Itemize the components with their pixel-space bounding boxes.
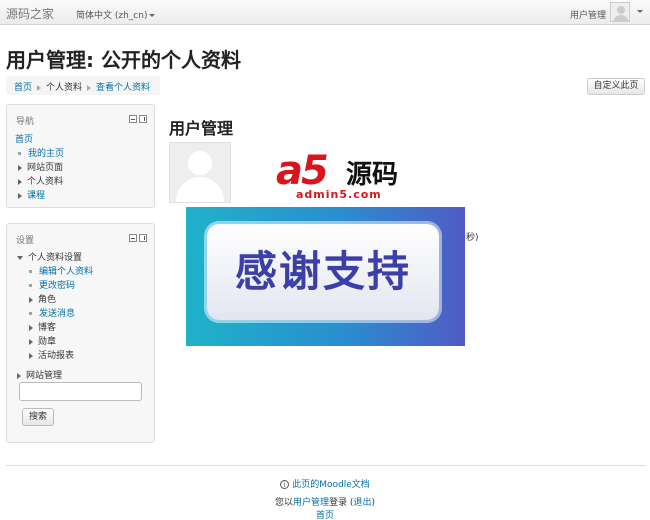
settings-blog[interactable]: 博客 [38, 323, 56, 333]
moodle-docs-link[interactable]: 此页的Moodle文档 [292, 480, 370, 490]
thanks-banner-image: 感谢支持 [186, 207, 465, 346]
bullet-icon [29, 284, 32, 287]
moodle-docs-row: i 此页的Moodle文档 [0, 477, 650, 490]
breadcrumb-separator-icon [87, 84, 92, 91]
settings-change-password[interactable]: 更改密码 [39, 281, 75, 291]
expand-arrow-icon[interactable] [18, 164, 22, 171]
settings-block-title: 设置 [16, 236, 35, 246]
expand-arrow-icon[interactable] [18, 192, 22, 199]
info-icon: i [280, 480, 290, 489]
expand-arrow-icon[interactable] [29, 338, 33, 345]
logout-link[interactable]: 退出 [353, 498, 371, 508]
nav-item-my-home[interactable]: 我的主页 [28, 149, 64, 159]
site-brand[interactable]: 源码之家 [6, 5, 54, 22]
settings-site-admin[interactable]: 网站管理 [26, 371, 62, 381]
thanks-banner-text: 感谢支持 [234, 247, 411, 296]
dock-block-icon[interactable] [139, 115, 147, 123]
navigation-block-title: 导航 [16, 117, 35, 127]
expand-arrow-icon[interactable] [29, 352, 33, 359]
nav-item-site-pages[interactable]: 网站页面 [27, 163, 63, 173]
user-avatar[interactable] [610, 2, 630, 22]
footer-divider [6, 465, 646, 466]
settings-roles[interactable]: 角色 [38, 295, 56, 305]
user-name-heading: 用户管理 [169, 119, 234, 138]
watermark-url: admin5.com [296, 188, 382, 201]
login-middle: 登录 ( [329, 498, 354, 508]
login-prefix: 您以 [275, 498, 294, 508]
search-button[interactable]: 搜索 [22, 408, 54, 426]
settings-activity-reports[interactable]: 活动报表 [38, 351, 74, 361]
user-menu-label[interactable]: 用户管理 [570, 8, 606, 21]
user-menu-chevron-icon[interactable] [637, 10, 643, 13]
breadcrumb-separator-icon [37, 84, 42, 91]
top-navbar: 源码之家 简体中文 (zh_cn) 用户管理 [0, 0, 650, 25]
settings-badges[interactable]: 勋章 [38, 337, 56, 347]
dock-block-icon[interactable] [139, 234, 147, 242]
expand-arrow-icon[interactable] [29, 324, 33, 331]
settings-profile-settings[interactable]: 个人资料设置 [28, 253, 82, 263]
navigation-block: 导航 首页 我的主页 网站页面 个人资料 课程 [6, 104, 155, 208]
footer-home-row: 首页 [0, 508, 650, 520]
nav-item-home[interactable]: 首页 [15, 135, 33, 145]
settings-block: 设置 个人资料设置 编辑个人资料 更改密码 角色 发送消息 博客 勋章 活动报表… [6, 223, 155, 443]
nav-item-courses[interactable]: 课程 [27, 191, 45, 201]
watermark-logo: a5 源码 admin5.com [276, 148, 416, 204]
login-user-link[interactable]: 用户管理 [293, 498, 329, 508]
collapse-block-icon[interactable] [129, 234, 137, 242]
expand-arrow-icon[interactable] [18, 178, 22, 185]
watermark-text: 源码 [346, 160, 399, 190]
collapse-arrow-icon[interactable] [17, 255, 23, 260]
breadcrumb-home[interactable]: 首页 [14, 83, 32, 93]
settings-send-message[interactable]: 发送消息 [39, 309, 75, 319]
admin-search-input[interactable] [19, 382, 142, 401]
settings-edit-profile[interactable]: 编辑个人资料 [39, 267, 93, 277]
customize-page-button[interactable]: 自定义此页 [587, 78, 645, 95]
footer-home-link[interactable]: 首页 [316, 511, 334, 520]
page-title: 用户管理: 公开的个人资料 [6, 48, 241, 72]
breadcrumb-view-profile[interactable]: 查看个人资料 [96, 83, 150, 93]
chevron-down-icon [149, 14, 156, 17]
bullet-icon [29, 312, 32, 315]
partial-info-text: 秒) [466, 233, 479, 243]
login-suffix: ) [371, 498, 375, 508]
language-label: 简体中文 (zh_cn) [76, 11, 148, 21]
breadcrumb: 首页 个人资料 查看个人资料 [6, 76, 160, 95]
expand-arrow-icon[interactable] [29, 296, 33, 303]
bullet-icon [18, 152, 21, 155]
bullet-icon [29, 270, 32, 273]
collapse-block-icon[interactable] [129, 115, 137, 123]
breadcrumb-profile: 个人资料 [46, 83, 83, 93]
profile-picture [169, 142, 231, 203]
expand-arrow-icon[interactable] [17, 372, 21, 379]
nav-item-profile[interactable]: 个人资料 [27, 177, 63, 187]
login-info: 您以用户管理登录 (退出) [0, 495, 650, 508]
language-menu[interactable]: 简体中文 (zh_cn) [76, 8, 156, 21]
thanks-banner-panel: 感谢支持 [207, 224, 439, 320]
